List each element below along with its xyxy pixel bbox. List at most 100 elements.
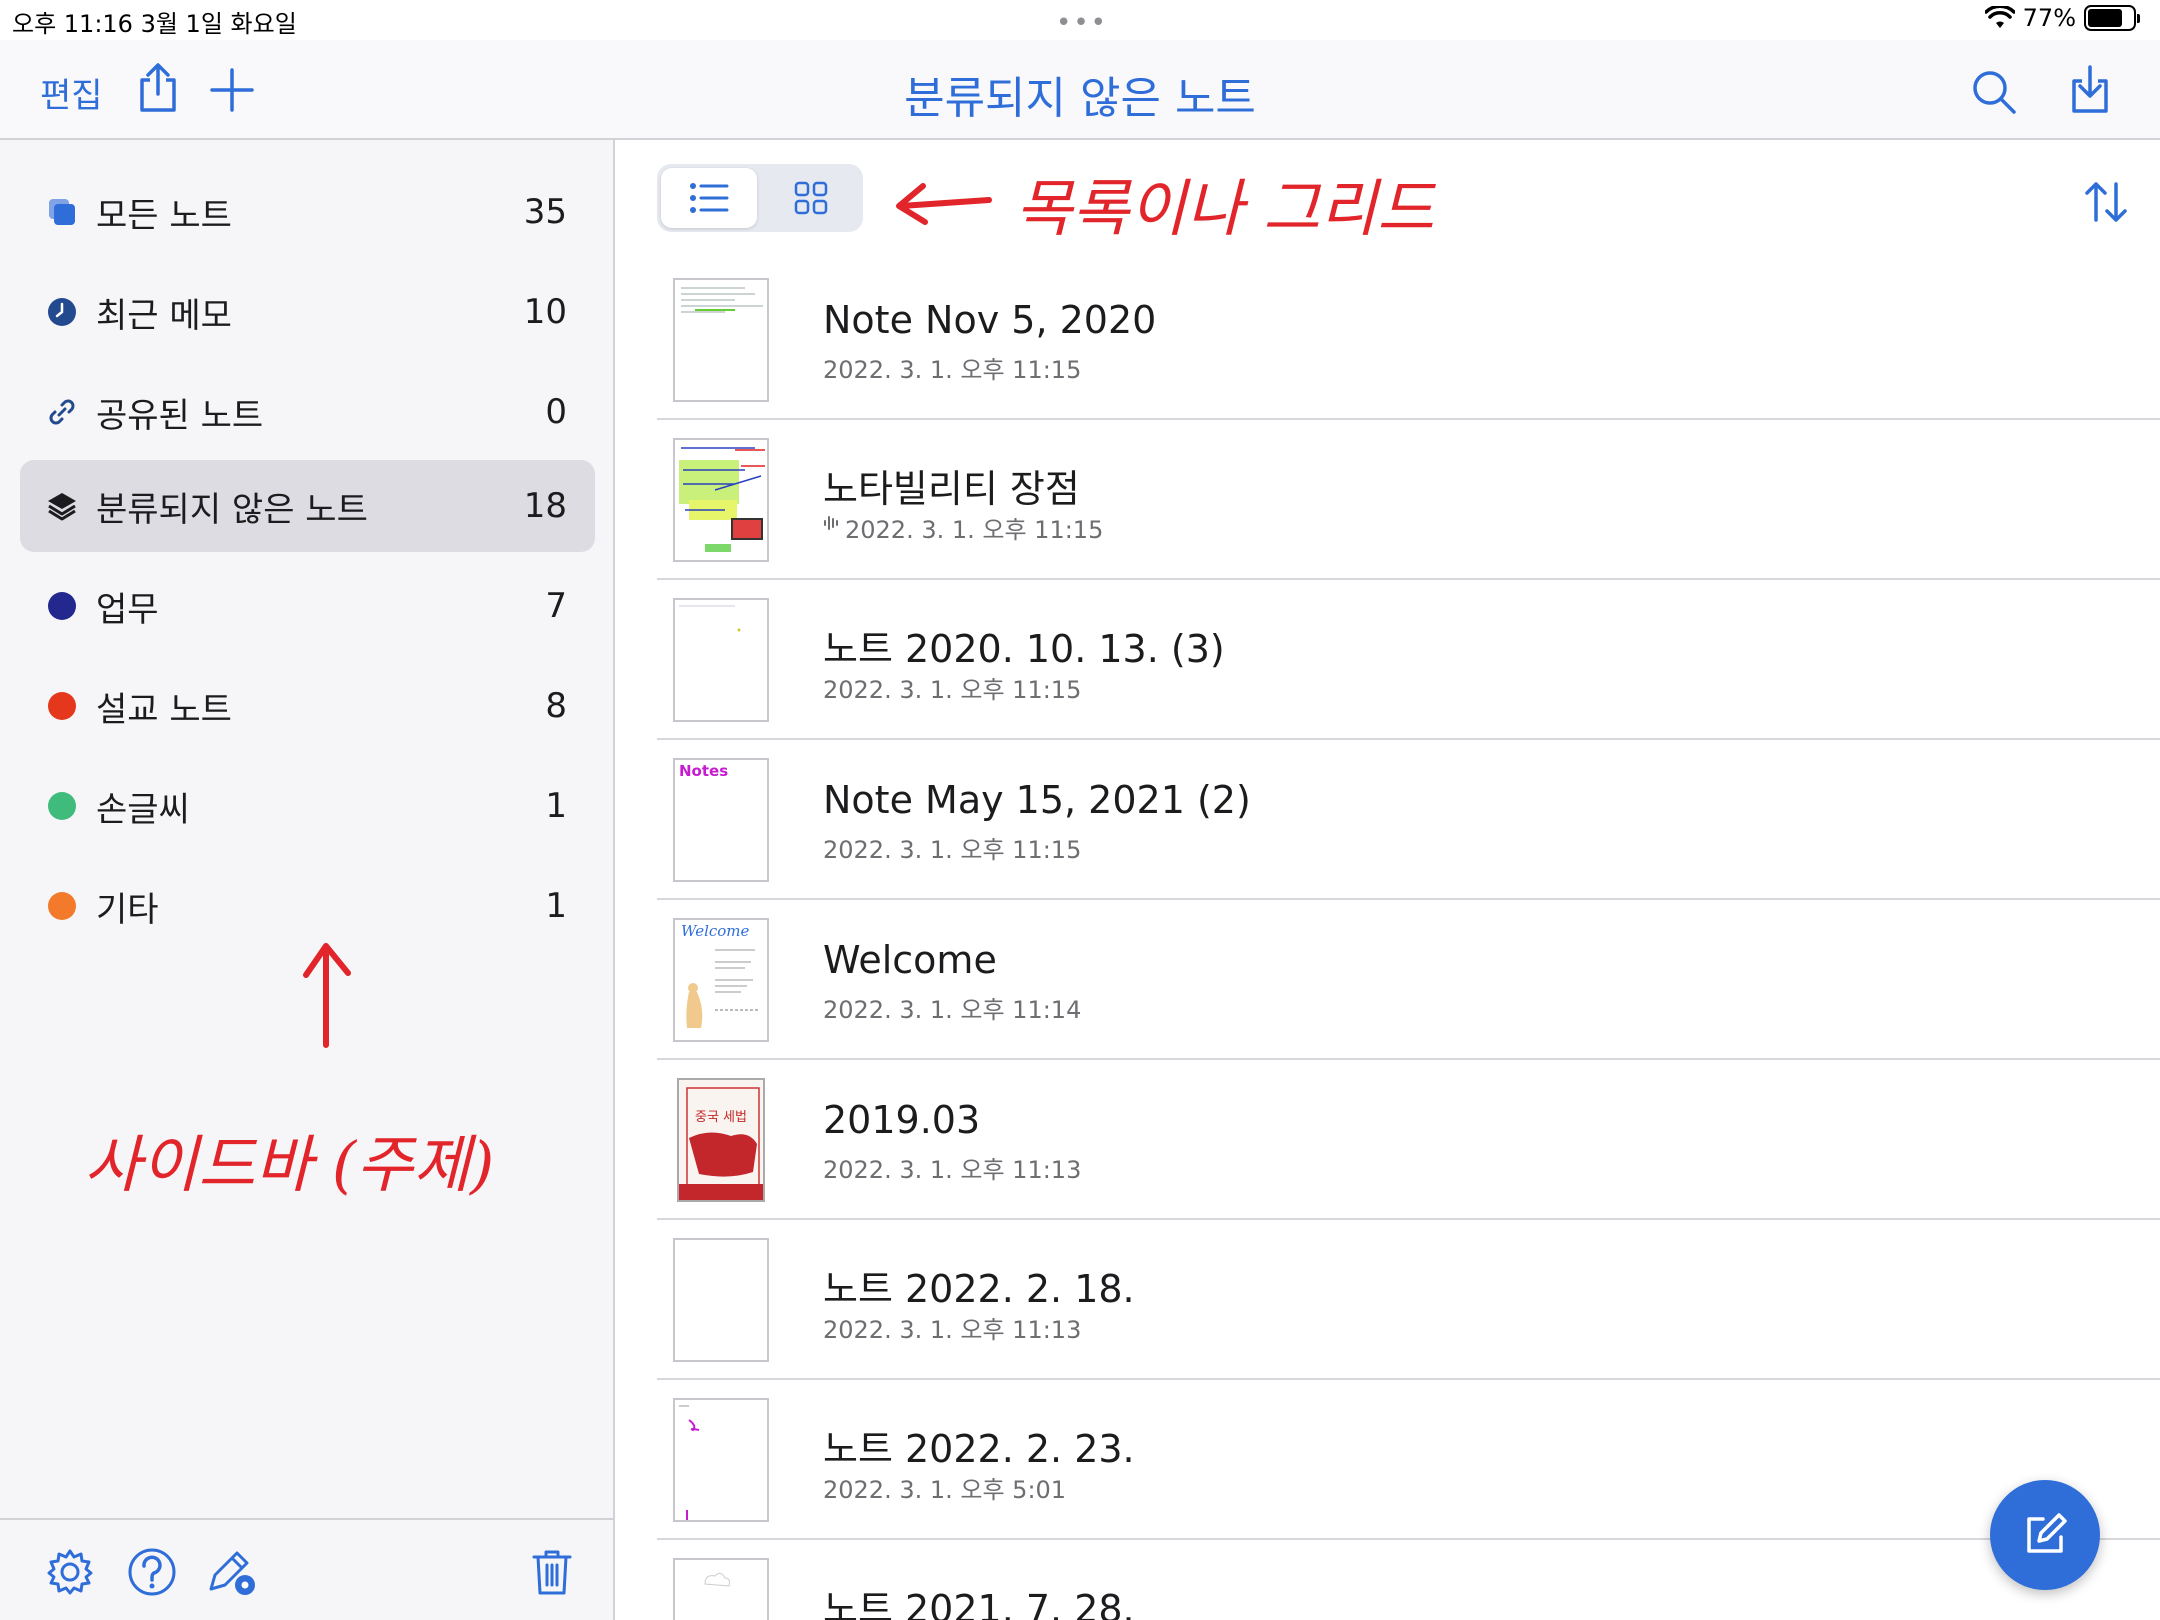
subject-dot-icon bbox=[42, 886, 82, 926]
annotation-sidebar-text: 사이드바 (주제) bbox=[84, 1128, 495, 1201]
note-date: 2022. 3. 1. 오후 5:01 bbox=[823, 1476, 1067, 1504]
sidebar-item-count: 18 bbox=[523, 486, 567, 526]
note-title: 노트 2022. 2. 23. bbox=[823, 1427, 1135, 1471]
help-button[interactable] bbox=[124, 1544, 180, 1600]
note-date: 2022. 3. 1. 오후 11:15 bbox=[823, 676, 1082, 704]
sidebar-footer bbox=[0, 1518, 615, 1620]
gear-icon bbox=[47, 1549, 93, 1595]
note-row[interactable]: 노트 2020. 10. 13. (3) 2022. 3. 1. 오후 11:1… bbox=[657, 580, 2160, 740]
sidebar-item-unfiled[interactable]: 분류되지 않은 노트 18 bbox=[20, 460, 595, 552]
note-thumbnail bbox=[673, 438, 769, 562]
note-thumbnail: Welcome bbox=[673, 918, 769, 1042]
sidebar-item-recent[interactable]: 최근 메모 10 bbox=[20, 266, 595, 358]
sort-arrows-icon bbox=[2085, 182, 2127, 222]
sidebar-item-shared[interactable]: 공유된 노트 0 bbox=[20, 366, 595, 458]
annotation-view-toggle-text: 목록이나 그리드 bbox=[1015, 172, 1434, 245]
trash-button[interactable] bbox=[524, 1544, 580, 1600]
sidebar-item-count: 35 bbox=[523, 192, 567, 232]
help-icon bbox=[128, 1548, 176, 1596]
import-button[interactable] bbox=[2060, 60, 2120, 120]
note-row[interactable]: Note Nov 5, 2020 2022. 3. 1. 오후 11:15 bbox=[657, 260, 2160, 420]
note-title: 노트 2020. 10. 13. (3) bbox=[823, 627, 1225, 671]
sidebar-item-label: 기타 bbox=[96, 889, 159, 930]
wifi-icon bbox=[1984, 6, 2015, 28]
list-view-button[interactable] bbox=[661, 168, 757, 228]
compose-icon bbox=[2027, 1513, 2067, 1553]
sidebar-item-label: 손글씨 bbox=[96, 789, 190, 830]
note-row[interactable]: 노타빌리티 장점 2022. 3. 1. 오후 11:15 bbox=[657, 420, 2160, 580]
search-icon bbox=[1973, 71, 2016, 114]
note-row[interactable]: 노트 2022. 2. 23. 2022. 3. 1. 오후 5:01 bbox=[657, 1380, 2160, 1540]
subject-dot-icon bbox=[42, 686, 82, 726]
note-title: 노트 2022. 2. 18. bbox=[823, 1267, 1135, 1311]
subject-dot-icon bbox=[42, 786, 82, 826]
layers-icon bbox=[42, 486, 82, 526]
note-date: 2022. 3. 1. 오후 11:15 bbox=[845, 516, 1104, 544]
note-row[interactable]: 노트 2021. 7. 28. bbox=[657, 1540, 2160, 1620]
note-row[interactable]: Welcome Welcome 2022. 3. 1. 오후 11:14 bbox=[657, 900, 2160, 1060]
top-navigation-bar: 편집 분류되지 않은 노트 bbox=[0, 40, 2160, 140]
subject-dot-icon bbox=[42, 586, 82, 626]
audio-recording-icon bbox=[824, 516, 838, 530]
thumbnail-text: 중국 세법 bbox=[695, 1110, 747, 1125]
note-date: 2022. 3. 1. 오후 11:13 bbox=[823, 1316, 1082, 1344]
sidebar-item-handwriting[interactable]: 손글씨 1 bbox=[20, 760, 595, 852]
thumbnail-text: Notes bbox=[679, 762, 729, 780]
annotation-arrow-left-icon bbox=[896, 183, 992, 225]
note-thumbnail bbox=[673, 1558, 769, 1620]
note-title: Welcome bbox=[823, 938, 997, 982]
note-row[interactable]: Notes Note May 15, 2021 (2) 2022. 3. 1. … bbox=[657, 740, 2160, 900]
import-icon bbox=[2072, 65, 2108, 113]
list-icon bbox=[690, 183, 729, 213]
sidebar-item-work[interactable]: 업무 7 bbox=[20, 560, 595, 652]
note-title: 노타빌리티 장점 bbox=[823, 467, 1080, 511]
sidebar: 모든 노트 35 최근 메모 10 공유된 노트 0 분류되지 않은 노트 18… bbox=[0, 140, 615, 1620]
sidebar-item-label: 공유된 노트 bbox=[96, 395, 264, 436]
note-thumbnail: 중국 세법 bbox=[677, 1078, 765, 1202]
battery-icon bbox=[2084, 5, 2140, 31]
note-thumbnail bbox=[673, 1238, 769, 1362]
status-right: 77% bbox=[1984, 4, 2140, 32]
view-toggle bbox=[657, 164, 863, 232]
sidebar-item-count: 1 bbox=[545, 886, 567, 926]
note-thumbnail bbox=[673, 278, 769, 402]
sidebar-item-all-notes[interactable]: 모든 노트 35 bbox=[20, 166, 595, 258]
multitask-dots[interactable]: ••• bbox=[1056, 8, 1108, 38]
sidebar-item-label: 최근 메모 bbox=[96, 295, 232, 336]
note-row[interactable]: 노트 2022. 2. 18. 2022. 3. 1. 오후 11:13 bbox=[657, 1220, 2160, 1380]
note-thumbnail bbox=[673, 598, 769, 722]
sort-button[interactable] bbox=[2082, 178, 2130, 226]
note-date: 2022. 3. 1. 오후 11:13 bbox=[823, 1156, 1082, 1184]
annotation-arrow-up-icon bbox=[303, 943, 351, 1048]
note-title: 2019.03 bbox=[823, 1098, 981, 1142]
handwriting-settings-button[interactable] bbox=[204, 1544, 260, 1600]
note-row[interactable]: 중국 세법 2019.03 2022. 3. 1. 오후 11:13 bbox=[657, 1060, 2160, 1220]
link-icon bbox=[42, 392, 82, 432]
sidebar-item-label: 설교 노트 bbox=[96, 689, 232, 730]
search-button[interactable] bbox=[1964, 62, 2024, 122]
settings-button[interactable] bbox=[42, 1544, 98, 1600]
status-time: 오후 11:16 3월 1일 화요일 bbox=[12, 10, 297, 38]
sidebar-item-count: 7 bbox=[545, 586, 567, 626]
sidebar-item-count: 0 bbox=[545, 392, 567, 432]
sidebar-item-count: 10 bbox=[523, 292, 567, 332]
grid-icon bbox=[794, 181, 828, 215]
note-title: Note Nov 5, 2020 bbox=[823, 298, 1157, 342]
status-bar: 오후 11:16 3월 1일 화요일 ••• 77% bbox=[0, 0, 2160, 40]
compose-note-button[interactable] bbox=[1990, 1480, 2100, 1590]
pencil-gear-icon bbox=[209, 1551, 255, 1595]
sidebar-item-label: 분류되지 않은 노트 bbox=[96, 489, 368, 530]
sidebar-item-etc[interactable]: 기타 1 bbox=[20, 860, 595, 952]
sidebar-item-label: 모든 노트 bbox=[96, 195, 232, 236]
note-title: Note May 15, 2021 (2) bbox=[823, 778, 1251, 822]
note-list-panel: 목록이나 그리드 Note Nov 5, 2020 2022. 3. 1. 오후… bbox=[617, 142, 2160, 1620]
battery-percent: 77% bbox=[2022, 4, 2076, 32]
clock-icon bbox=[42, 292, 82, 332]
sidebar-item-sermon-notes[interactable]: 설교 노트 8 bbox=[20, 660, 595, 752]
sidebar-item-label: 업무 bbox=[96, 589, 159, 630]
trash-icon bbox=[532, 1550, 572, 1595]
note-date: 2022. 3. 1. 오후 11:14 bbox=[823, 996, 1082, 1024]
note-thumbnail: Notes bbox=[673, 758, 769, 882]
grid-view-button[interactable] bbox=[763, 168, 859, 228]
note-date: 2022. 3. 1. 오후 11:15 bbox=[823, 356, 1082, 384]
